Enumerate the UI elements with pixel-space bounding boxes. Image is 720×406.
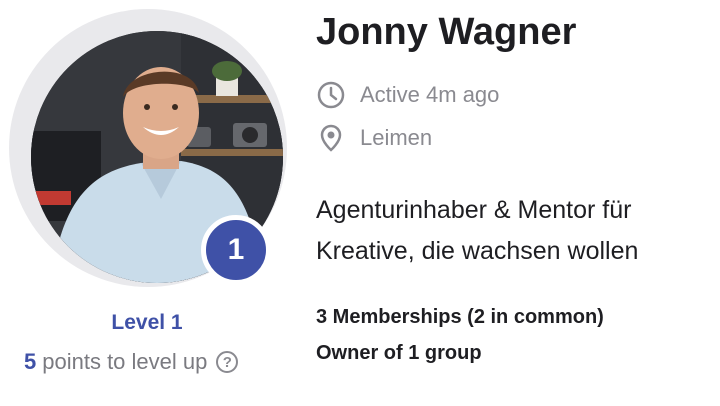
points-suffix: points to level up [42, 349, 208, 374]
help-circle-icon[interactable]: ? [216, 351, 239, 373]
map-pin-icon [316, 123, 346, 153]
active-status-row: Active 4m ago [316, 80, 499, 110]
memberships-count[interactable]: 3 Memberships (2 in common) [316, 306, 604, 329]
points-count: 5 [24, 349, 37, 374]
level-badge-number: 1 [227, 233, 245, 266]
active-status-text: Active 4m ago [360, 82, 500, 107]
location-row: Leimen [316, 123, 432, 153]
level-badge: 1 [201, 215, 271, 285]
location-text: Leimen [360, 125, 433, 150]
clock-icon [316, 80, 346, 110]
points-to-level-up: 5 points to level up ? [24, 349, 239, 375]
owned-groups-count[interactable]: Owner of 1 group [316, 342, 482, 365]
profile-bio: Agenturinhaber & Mentor für Kreative, di… [316, 196, 639, 265]
profile-name: Jonny Wagner [316, 11, 577, 53]
level-label: Level 1 [111, 311, 183, 334]
